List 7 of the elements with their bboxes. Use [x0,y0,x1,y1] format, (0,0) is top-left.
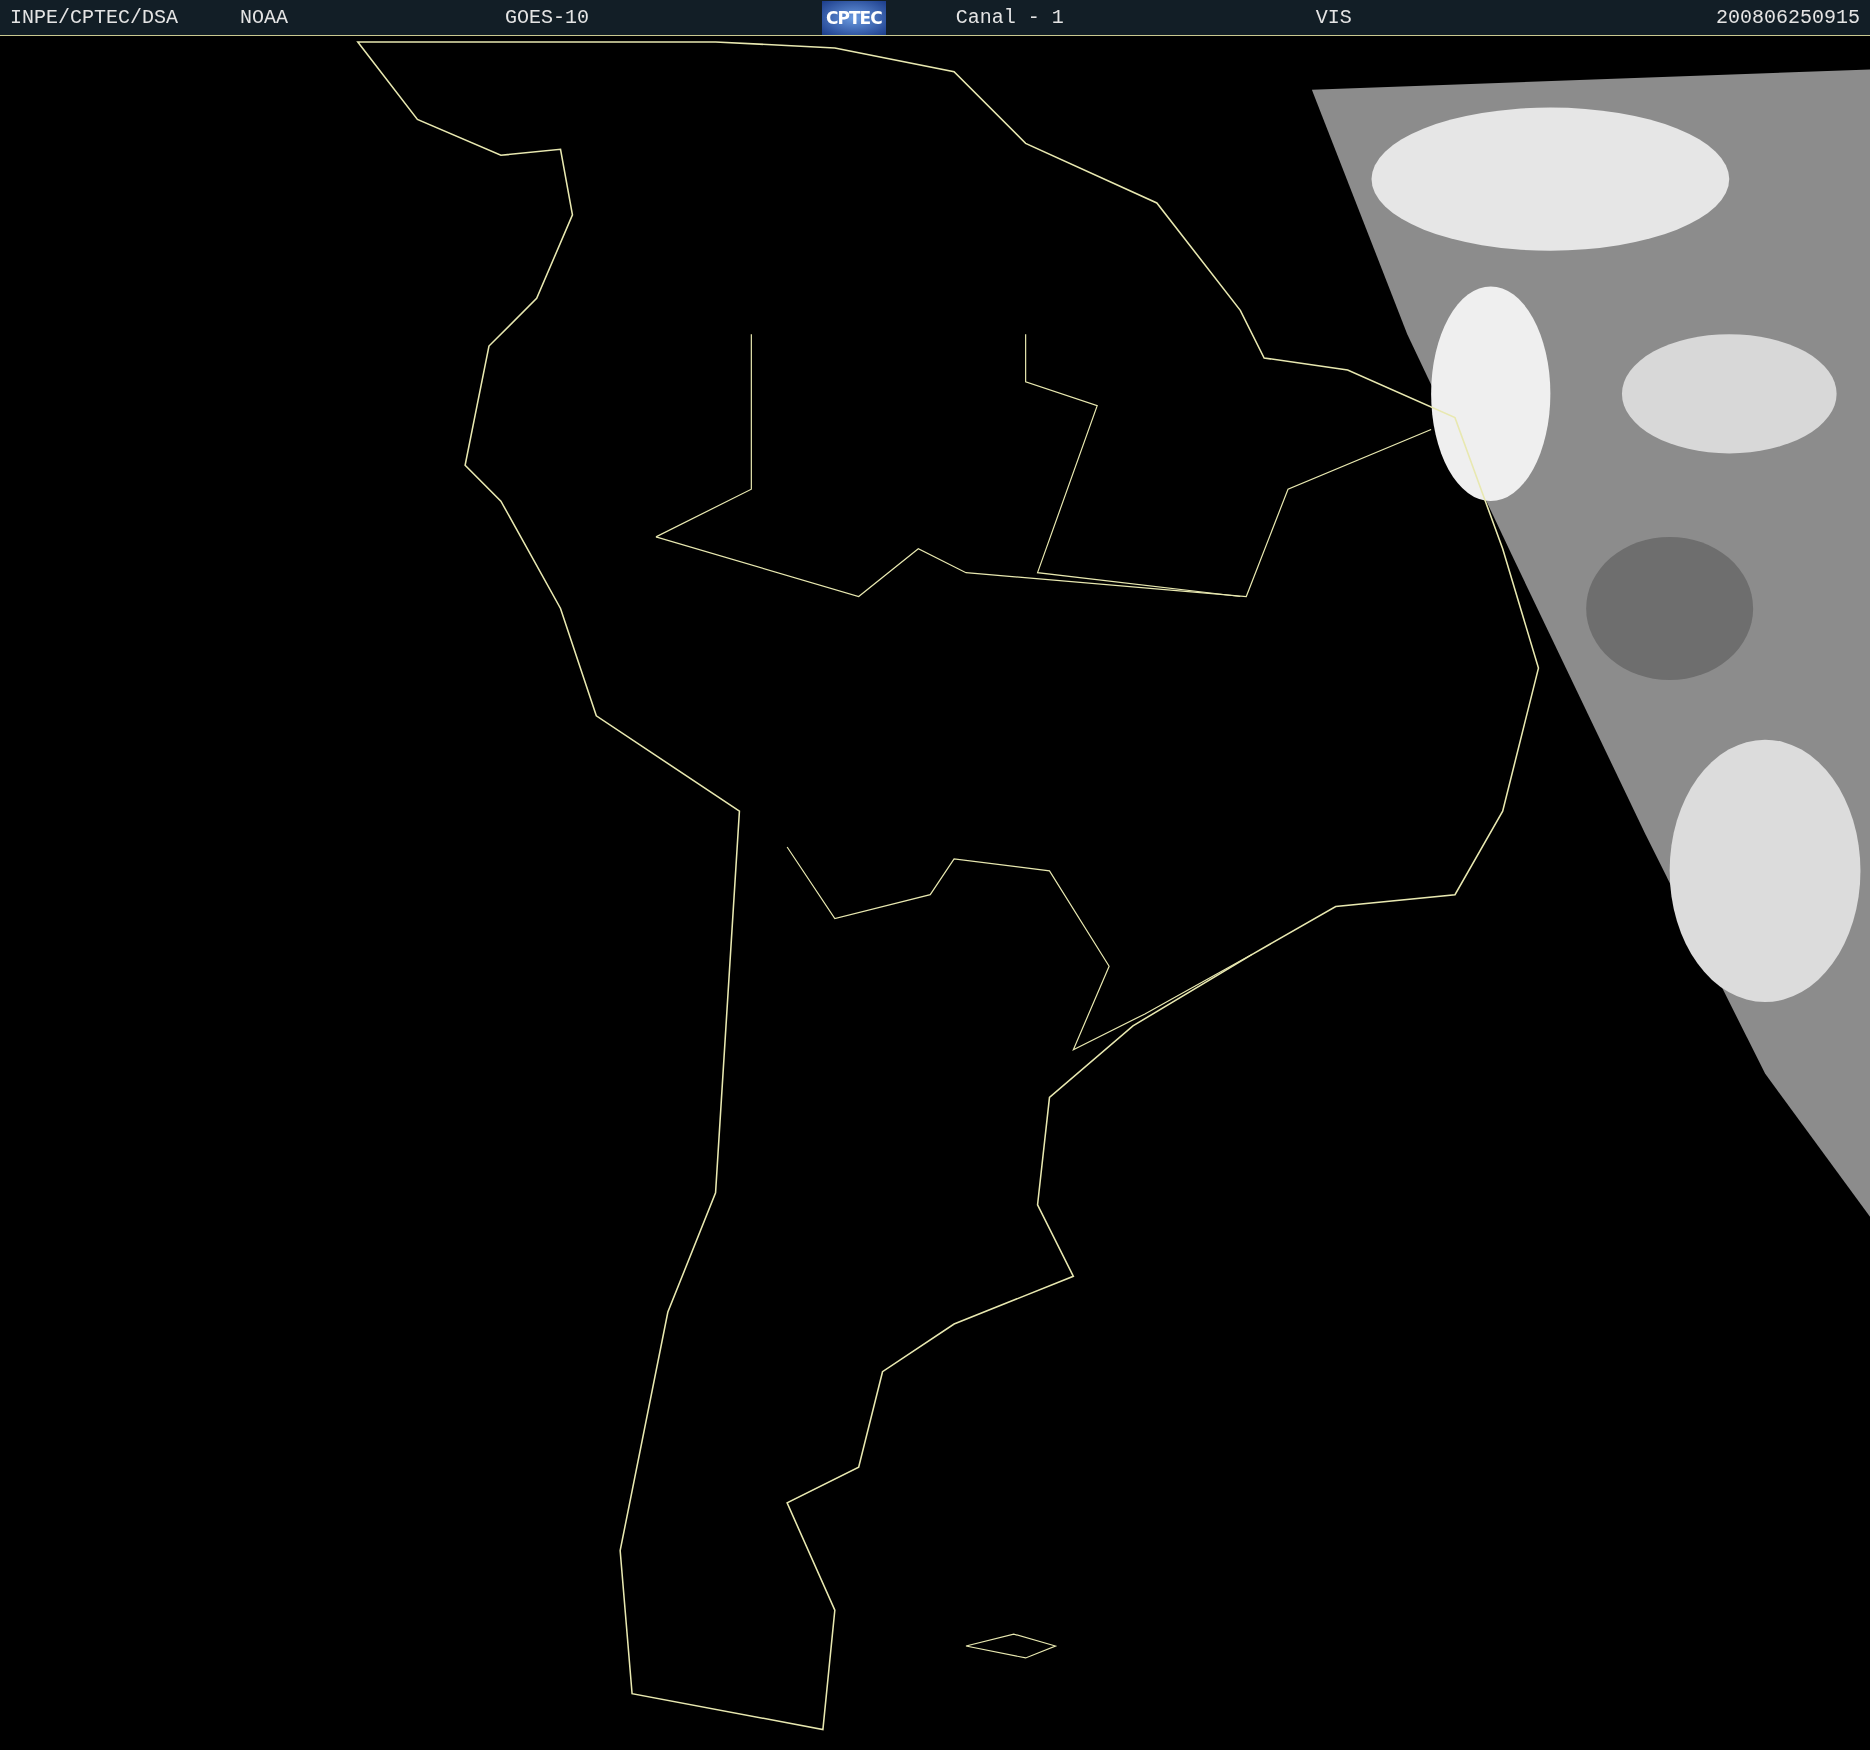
header-label: INPE/CPTEC/DSA [10,6,180,30]
header-label: GOES-10 [505,6,590,30]
logo: CPTEC [822,0,886,35]
header-label: Canal - 1 [955,6,1065,30]
header-label: VIS [1315,6,1353,30]
header-label: NOAA [240,6,289,30]
header-label: 200806250915 [1715,6,1860,30]
